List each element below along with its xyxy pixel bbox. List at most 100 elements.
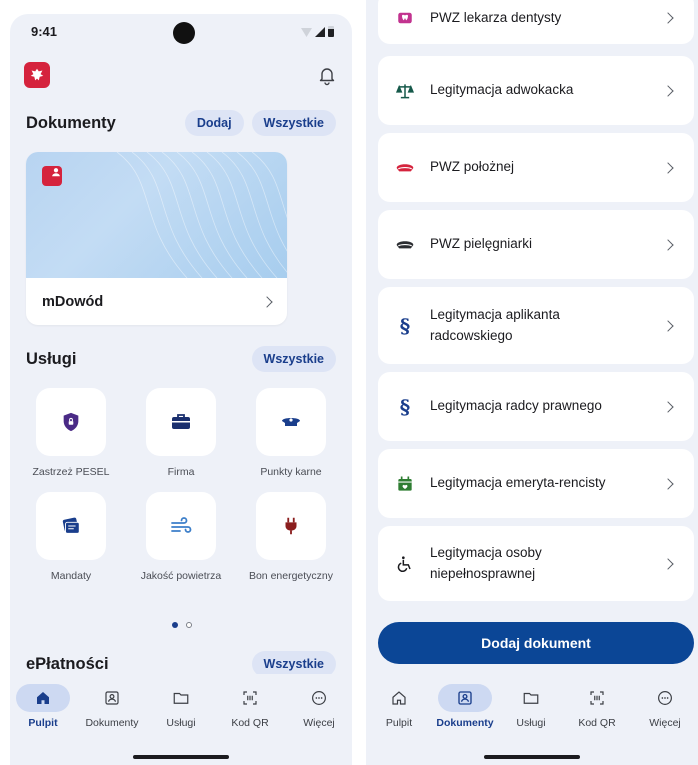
add-document-primary-button[interactable]: Dodaj dokument [378, 622, 694, 664]
service-tile-pesel[interactable]: Zastrzeż PESEL [16, 388, 126, 480]
status-bar: 9:41 [10, 14, 352, 50]
scales-icon [394, 80, 416, 102]
service-tile-mandaty[interactable]: Mandaty [16, 492, 126, 584]
documents-list-screen: PWZ lekarza dentysty Legitymacja adwokac… [366, 0, 698, 765]
tile-label: Bon energetyczny [248, 570, 334, 582]
pager-dots[interactable] [172, 622, 192, 628]
bottom-nav: Pulpit Dokumenty Usługi Kod QR Więcej [366, 674, 698, 765]
nav-kod-qr[interactable]: Kod QR [217, 684, 283, 729]
chevron-right-icon [662, 400, 674, 413]
nav-label: Pulpit [385, 717, 413, 729]
nav-label: Usługi [166, 717, 196, 729]
chevron-right-icon [261, 295, 273, 308]
calendar-heart-icon [394, 473, 416, 495]
mdowod-card[interactable]: mDowód [26, 152, 287, 325]
nav-label: Kod QR [231, 717, 269, 729]
folder-icon [504, 684, 558, 712]
qr-scan-icon [570, 684, 624, 712]
list-item-adwokacka[interactable]: Legitymacja adwokacka [378, 56, 694, 125]
camera-cutout [173, 22, 195, 44]
list-item-radcy[interactable]: § Legitymacja radcy prawnego [378, 372, 694, 441]
chevron-right-icon [662, 238, 674, 251]
all-documents-button[interactable]: Wszystkie [251, 110, 336, 136]
all-services-button[interactable]: Wszystkie [251, 346, 336, 372]
paragraph-icon: § [399, 394, 411, 419]
pager-dot[interactable] [186, 622, 192, 628]
chevron-right-icon [662, 84, 674, 97]
home-indicator[interactable] [133, 755, 229, 759]
chevron-right-icon [662, 161, 674, 174]
list-item-pwz-dentysty[interactable]: PWZ lekarza dentysty [378, 0, 694, 44]
nav-dokumenty[interactable]: Dokumenty [432, 684, 498, 729]
id-card-icon [438, 684, 492, 712]
list-item-label: Legitymacja aplikanta radcowskiego [430, 307, 560, 343]
nav-dokumenty[interactable]: Dokumenty [79, 684, 145, 729]
paragraph-icon: § [399, 313, 411, 338]
tile-label: Jakość powietrza [140, 570, 222, 582]
list-item-label: PWZ lekarza dentysty [430, 9, 562, 25]
bell-icon[interactable] [316, 64, 338, 86]
bottom-nav: Pulpit Dokumenty Usługi Kod QR Więcej [10, 674, 352, 765]
nav-kod-qr[interactable]: Kod QR [564, 684, 630, 729]
wave-pattern-icon [116, 152, 287, 278]
services-header: Usługi Wszystkie [26, 346, 336, 372]
list-item-label: PWZ położnej [430, 159, 515, 175]
id-card-icon [85, 684, 139, 712]
police-cap-icon [256, 388, 326, 456]
briefcase-icon [146, 388, 216, 456]
card-visual [26, 152, 287, 278]
tooth-icon [394, 7, 416, 29]
documents-title: Dokumenty [26, 113, 116, 132]
list-item-aplikanta[interactable]: § Legitymacja aplikanta radcowskiego [378, 287, 694, 364]
service-tile-firma[interactable]: Firma [126, 388, 236, 480]
nav-pulpit[interactable]: Pulpit [366, 684, 432, 729]
chevron-right-icon [662, 557, 674, 570]
card-name: mDowód [42, 293, 104, 310]
nav-label: Usługi [516, 717, 546, 729]
nav-pulpit[interactable]: Pulpit [10, 684, 76, 729]
nav-label: Dokumenty [85, 717, 139, 729]
more-icon [638, 684, 692, 712]
emblem-logo [24, 62, 50, 88]
list-item-label: Legitymacja adwokacka [430, 82, 574, 98]
tile-label: Punkty karne [260, 466, 322, 478]
tickets-icon [36, 492, 106, 560]
service-tile-bon[interactable]: Bon energetyczny [236, 492, 346, 584]
folder-icon [154, 684, 208, 712]
status-icons [301, 26, 334, 37]
card-row[interactable]: mDowód [26, 278, 287, 325]
list-item-pwz-poloznej[interactable]: PWZ położnej [378, 133, 694, 202]
nav-label: Więcej [649, 717, 681, 729]
wifi-icon [301, 28, 312, 37]
battery-icon [328, 26, 334, 37]
qr-scan-icon [223, 684, 277, 712]
nav-uslugi[interactable]: Usługi [148, 684, 214, 729]
add-document-button[interactable]: Dodaj [184, 110, 244, 136]
list-item-label: Legitymacja radcy prawnego [430, 398, 602, 414]
service-tile-powietrze[interactable]: Jakość powietrza [126, 492, 236, 584]
nav-uslugi[interactable]: Usługi [498, 684, 564, 729]
wheelchair-icon [394, 553, 416, 575]
home-icon [16, 684, 70, 712]
tile-label: Zastrzeż PESEL [32, 466, 110, 478]
chevron-right-icon [662, 477, 674, 490]
eagle-icon [30, 68, 44, 81]
list-item-emeryta[interactable]: Legitymacja emeryta-rencisty [378, 449, 694, 518]
midwife-cap-icon [394, 157, 416, 179]
services-title: Usługi [26, 349, 77, 368]
shield-lock-icon [36, 388, 106, 456]
pager-dot-active[interactable] [172, 622, 178, 628]
list-item-niepelnosprawnej[interactable]: Legitymacja osoby niepełnosprawnej [378, 526, 694, 601]
list-item-label: Legitymacja emeryta-rencisty [430, 475, 606, 491]
home-indicator[interactable] [484, 755, 580, 759]
nav-wiecej[interactable]: Więcej [286, 684, 352, 729]
nav-label: Pulpit [28, 717, 58, 729]
tile-label: Mandaty [50, 570, 92, 582]
nav-wiecej[interactable]: Więcej [632, 684, 698, 729]
nav-label: Więcej [303, 717, 335, 729]
list-item-pwz-pielegniarki[interactable]: PWZ pielęgniarki [378, 210, 694, 279]
service-tile-punkty[interactable]: Punkty karne [236, 388, 346, 480]
plug-icon [256, 492, 326, 560]
dashboard-screen: 9:41 Dokumenty Dodaj Wszystkie mDowód Us… [10, 14, 352, 765]
nav-label: Kod QR [578, 717, 616, 729]
